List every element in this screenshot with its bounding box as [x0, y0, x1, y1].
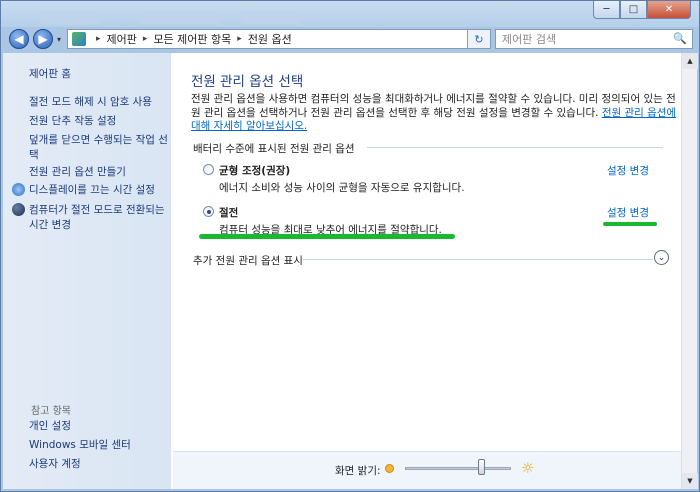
brightness-bar: 화면 밝기: ☼	[173, 451, 681, 489]
minimize-button[interactable]: ─	[593, 1, 620, 19]
sidebar-item-create-plan[interactable]: 전원 관리 옵션 만들기	[29, 165, 169, 180]
title-ghost	[241, 11, 301, 25]
plan-radio[interactable]	[203, 206, 214, 217]
title-ghost	[141, 11, 221, 25]
sidebar-item-display-off[interactable]: 디스플레이를 끄는 시간 설정	[29, 183, 169, 198]
bright-brightness-icon: ☼	[521, 459, 535, 477]
address-bar[interactable]: ▸ 제어판 ▸ 모든 제어판 항목 ▸ 전원 옵션 ▾	[67, 29, 489, 49]
forward-button[interactable]: ▶	[33, 29, 53, 49]
sidebar-item-sleep-time[interactable]: 컴퓨터가 절전 모드로 전환되는 시간 변경	[29, 203, 169, 233]
section-heading: 배터리 수준에 표시된 전원 관리 옵션	[193, 143, 355, 155]
scroll-down-icon[interactable]: ▼	[682, 473, 698, 489]
sidebar-item-mobility-center[interactable]: Windows 모바일 센터	[29, 438, 169, 453]
change-settings-link-balanced[interactable]: 설정 변경	[607, 163, 649, 178]
section-divider	[367, 147, 663, 148]
plan-description: 에너지 소비와 성능 사이의 균형을 자동으로 유지합니다.	[219, 182, 465, 194]
title-ghost	[41, 11, 101, 25]
green-highlight-underline	[603, 222, 657, 226]
breadcrumb-separator-icon[interactable]: ▸	[96, 34, 101, 44]
breadcrumb-separator-icon[interactable]: ▸	[237, 34, 242, 44]
more-plans-divider	[303, 259, 653, 260]
sidebar-item-home[interactable]: 제어판 홈	[29, 67, 169, 82]
vertical-scrollbar[interactable]: ▲ ▼	[681, 53, 698, 489]
back-button[interactable]: ◀	[9, 29, 29, 49]
main-content: 전원 관리 옵션 선택 전원 관리 옵션을 사용하면 컴퓨터의 성능을 최대화하…	[173, 53, 681, 451]
brightness-slider-thumb[interactable]	[478, 459, 486, 475]
see-also-heading: 참고 항목	[31, 406, 71, 417]
breadcrumb-power-options[interactable]: 전원 옵션	[248, 31, 292, 47]
plan-name: 균형 조정(권장)	[219, 165, 291, 177]
sidebar-item-lid-action[interactable]: 덮개를 닫으면 수행되는 작업 선택	[29, 133, 169, 163]
sleep-moon-icon	[12, 203, 25, 216]
breadcrumb-control-panel[interactable]: 제어판	[107, 31, 137, 47]
green-highlight-underline	[199, 234, 455, 239]
recent-pages-dropdown-icon[interactable]: ▾	[57, 35, 61, 44]
dim-brightness-icon	[385, 464, 394, 473]
change-settings-link-power-saver[interactable]: 설정 변경	[607, 205, 649, 220]
window-controls: ─ □ ✕	[593, 1, 691, 19]
title-bar: ─ □ ✕	[1, 1, 699, 27]
sidebar: 제어판 홈 절전 모드 해제 시 암호 사용 전원 단추 작동 설정 덮개를 닫…	[3, 53, 171, 489]
scroll-up-icon[interactable]: ▲	[682, 53, 698, 69]
display-icon	[12, 183, 25, 196]
expand-chevron-icon[interactable]: ⌄	[654, 250, 669, 265]
control-panel-window: ─ □ ✕ ◀ ▶ ▾ ▸ 제어판 ▸ 모든 제어판 항목 ▸ 전원 옵션 ▾ …	[0, 0, 700, 492]
plan-radio[interactable]	[203, 164, 214, 175]
breadcrumb-all-items[interactable]: 모든 제어판 항목	[153, 31, 231, 47]
plan-name: 절전	[219, 207, 239, 219]
brightness-label: 화면 밝기:	[335, 465, 381, 477]
client-area: 제어판 홈 절전 모드 해제 시 암호 사용 전원 단추 작동 설정 덮개를 닫…	[3, 53, 698, 489]
address-row: ◀ ▶ ▾ ▸ 제어판 ▸ 모든 제어판 항목 ▸ 전원 옵션 ▾ ↻ 제어판 …	[1, 27, 699, 51]
brightness-slider[interactable]	[405, 467, 511, 470]
sidebar-item-user-accounts[interactable]: 사용자 계정	[29, 457, 169, 472]
breadcrumb-separator-icon[interactable]: ▸	[143, 34, 148, 44]
intro-text: 전원 관리 옵션을 사용하면 컴퓨터의 성능을 최대화하거나 에너지를 절약할 …	[191, 93, 679, 134]
page-title: 전원 관리 옵션 선택	[191, 74, 304, 90]
refresh-button[interactable]: ↻	[467, 29, 491, 49]
maximize-button[interactable]: □	[620, 1, 647, 19]
control-panel-icon	[72, 32, 86, 46]
show-more-plans-label[interactable]: 추가 전원 관리 옵션 표시	[193, 253, 303, 268]
sidebar-item-wake-password[interactable]: 절전 모드 해제 시 암호 사용	[29, 95, 169, 110]
search-icon[interactable]: 🔍	[673, 32, 687, 45]
close-button[interactable]: ✕	[647, 1, 691, 19]
sidebar-item-power-buttons[interactable]: 전원 단추 작동 설정	[29, 114, 169, 129]
search-placeholder: 제어판 검색	[502, 33, 557, 46]
sidebar-item-personalization[interactable]: 개인 설정	[29, 419, 169, 434]
search-input[interactable]: 제어판 검색 🔍	[495, 29, 693, 49]
